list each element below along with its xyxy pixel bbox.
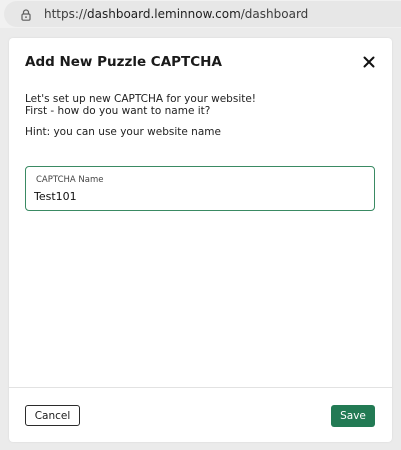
- footer-divider: [9, 387, 392, 388]
- url-scheme: https://: [44, 7, 88, 21]
- dialog-title: Add New Puzzle CAPTCHA: [25, 54, 222, 70]
- hint-text: Hint: you can use your website name: [25, 126, 221, 138]
- captcha-name-label: CAPTCHA Name: [36, 175, 104, 185]
- add-captcha-dialog: Add New Puzzle CAPTCHA Let's set up new …: [9, 38, 392, 442]
- captcha-name-field[interactable]: CAPTCHA Name: [25, 166, 375, 211]
- url-field[interactable]: https://dashboard.leminnow.com/dashboard: [4, 1, 401, 27]
- captcha-name-input[interactable]: [34, 187, 364, 205]
- lock-icon[interactable]: [21, 9, 31, 21]
- url-path: /dashboard: [240, 7, 309, 21]
- close-icon[interactable]: [362, 55, 376, 69]
- browser-address-bar: https://dashboard.leminnow.com/dashboard: [0, 0, 401, 28]
- url-host: dashboard.leminnow.com: [87, 7, 241, 21]
- url-text[interactable]: https://dashboard.leminnow.com/dashboard: [44, 6, 308, 22]
- cancel-button[interactable]: Cancel: [25, 405, 80, 426]
- intro-text-line2: First - how do you want to name it?: [25, 105, 211, 117]
- save-button[interactable]: Save: [331, 405, 375, 427]
